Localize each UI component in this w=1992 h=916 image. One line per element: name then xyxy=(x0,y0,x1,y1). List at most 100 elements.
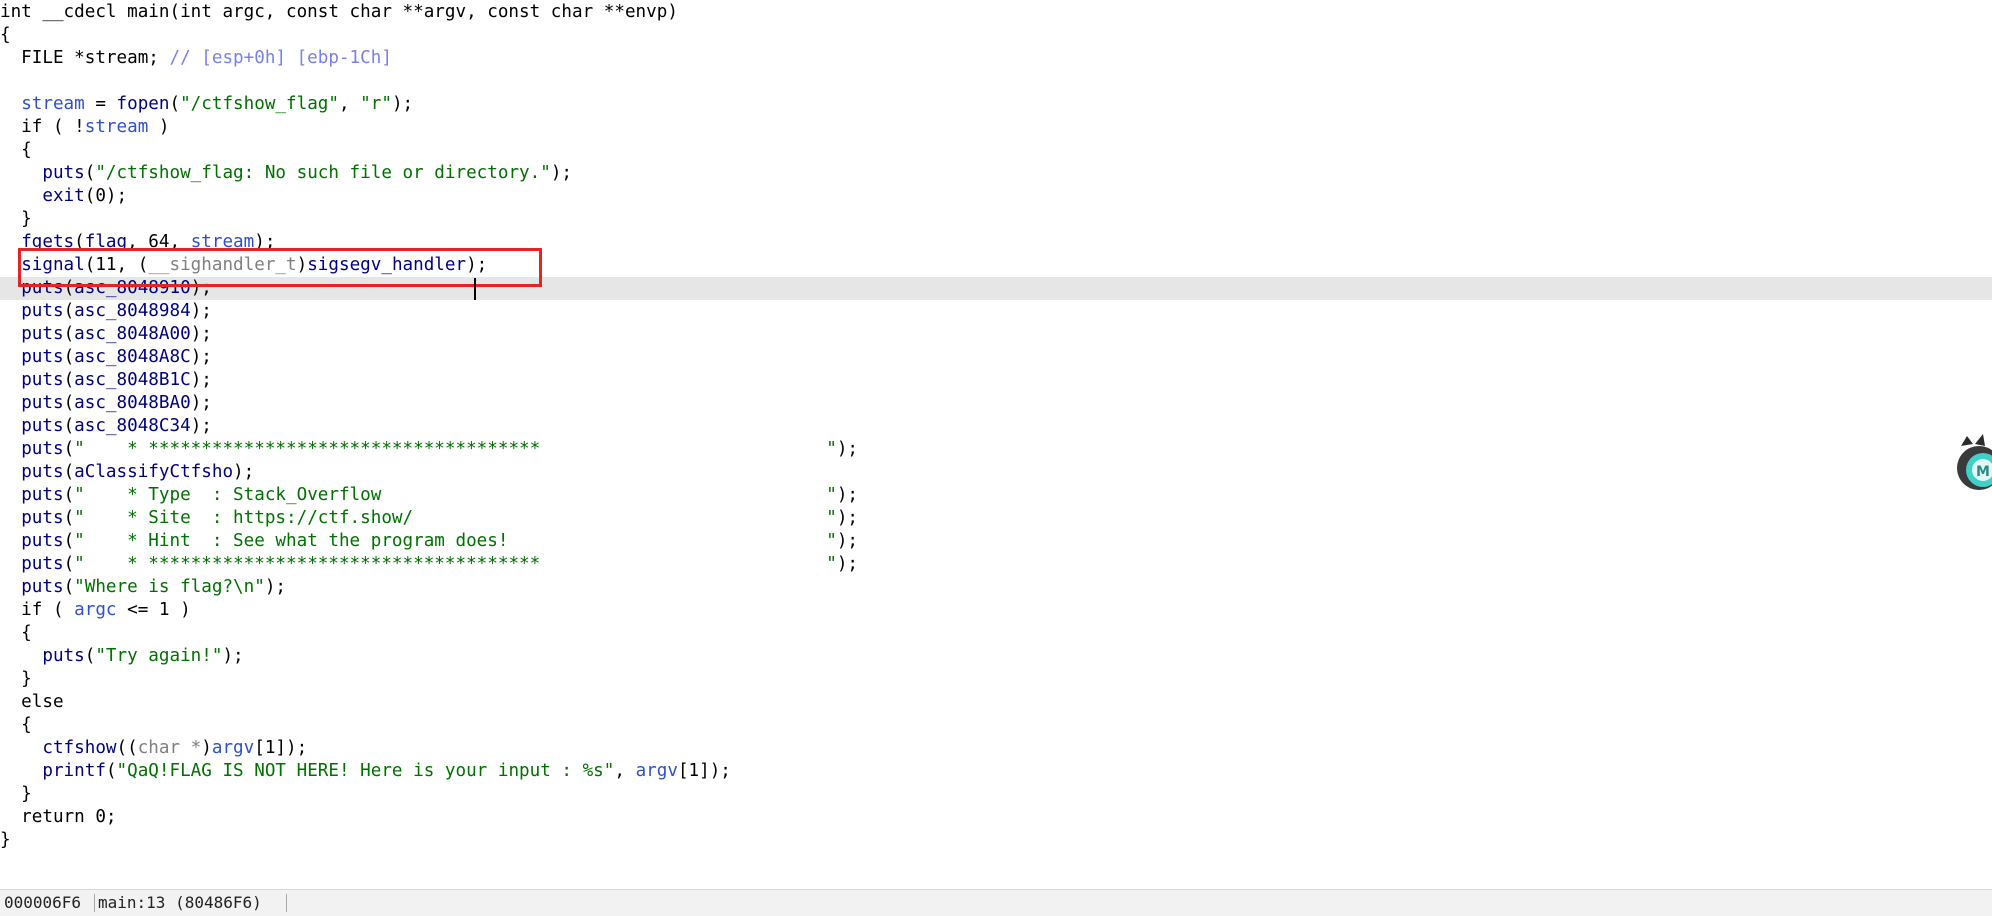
assistant-avatar-icon[interactable]: M xyxy=(1955,434,1992,500)
code-line[interactable]: int __cdecl main(int argc, const char **… xyxy=(0,1,1992,24)
code-token: } xyxy=(0,784,32,804)
code-token: ) xyxy=(148,117,170,137)
code-token: ( xyxy=(63,577,75,597)
code-line[interactable]: FILE *stream; // [esp+0h] [ebp-1Ch] xyxy=(0,47,1992,70)
code-token: ( xyxy=(63,531,75,551)
code-token: ( xyxy=(84,163,96,183)
code-token: puts xyxy=(21,485,64,505)
code-line[interactable]: { xyxy=(0,24,1992,47)
code-token: ); xyxy=(550,163,573,183)
code-token: stream xyxy=(21,94,85,114)
code-token: puts xyxy=(21,554,64,574)
code-token: ); xyxy=(233,462,255,482)
code-line[interactable]: } xyxy=(0,668,1992,691)
code-token: asc_8048984 xyxy=(74,301,191,321)
code-token: puts xyxy=(21,508,64,528)
code-line[interactable]: exit(0); xyxy=(0,185,1992,208)
code-line[interactable]: puts("Where is flag?\n"); xyxy=(0,576,1992,599)
code-line[interactable]: puts(asc_8048B1C); xyxy=(0,369,1992,392)
code-line[interactable]: puts(" * Type : Stack_Overflow "); xyxy=(0,484,1992,507)
code-token: "r" xyxy=(360,94,392,114)
code-token: ); xyxy=(190,416,212,436)
code-token: "QaQ!FLAG IS NOT HERE! Here is your inpu… xyxy=(116,761,615,781)
code-line[interactable]: puts("Try again!"); xyxy=(0,645,1992,668)
code-token: asc_8048A8C xyxy=(74,347,191,367)
code-token: asc_8048BA0 xyxy=(74,393,191,413)
code-token: puts xyxy=(21,301,64,321)
code-line[interactable]: puts(asc_8048A00); xyxy=(0,323,1992,346)
code-line[interactable]: puts(aClassifyCtfsho); xyxy=(0,461,1992,484)
code-line[interactable]: puts(" * Hint : See what the program doe… xyxy=(0,530,1992,553)
code-token: } xyxy=(0,669,32,689)
code-line[interactable]: puts("/ctfshow_flag: No such file or dir… xyxy=(0,162,1992,185)
code-token: ); xyxy=(190,393,212,413)
code-token: ); xyxy=(391,94,414,114)
code-line[interactable]: else xyxy=(0,691,1992,714)
code-token: puts xyxy=(21,393,64,413)
code-token: [1]); xyxy=(254,738,308,758)
code-line[interactable]: return 0; xyxy=(0,806,1992,829)
code-token: argc xyxy=(74,600,117,620)
status-bar: 000006F6 main:13 (80486F6) xyxy=(0,889,1992,916)
code-line[interactable]: if ( argc <= 1 ) xyxy=(0,599,1992,622)
svg-text:M: M xyxy=(1976,464,1990,480)
code-line[interactable]: stream = fopen("/ctfshow_flag", "r"); xyxy=(0,93,1992,116)
code-token: asc_8048C34 xyxy=(74,416,191,436)
code-line[interactable]: puts(asc_8048BA0); xyxy=(0,392,1992,415)
code-token: ( xyxy=(63,508,75,528)
code-token: ); xyxy=(190,347,212,367)
code-token: ); xyxy=(836,554,858,574)
code-token: <= 1 ) xyxy=(116,600,191,620)
code-token: ); xyxy=(222,646,244,666)
code-token: ( xyxy=(63,462,75,482)
code-token: ( xyxy=(63,324,75,344)
code-token: ( xyxy=(63,485,75,505)
code-line[interactable]: puts(" * *******************************… xyxy=(0,553,1992,576)
code-token: ( xyxy=(84,646,96,666)
code-token: "/ctfshow_flag" xyxy=(180,94,339,114)
code-token: argv xyxy=(635,761,678,781)
code-token: = xyxy=(84,94,117,114)
code-line[interactable]: } xyxy=(0,783,1992,806)
code-token: { xyxy=(0,715,32,735)
code-token: aClassifyCtfsho xyxy=(74,462,234,482)
code-line[interactable]: puts(" * Site : https://ctf.show/ "); xyxy=(0,507,1992,530)
code-line[interactable]: printf("QaQ!FLAG IS NOT HERE! Here is yo… xyxy=(0,760,1992,783)
code-token: stream xyxy=(84,117,149,137)
code-token: (0); xyxy=(84,186,128,206)
code-token: puts xyxy=(21,347,64,367)
code-token: puts xyxy=(42,163,85,183)
code-line[interactable]: } xyxy=(0,208,1992,231)
code-line[interactable]: } xyxy=(0,829,1992,852)
code-token: puts xyxy=(21,439,64,459)
code-line[interactable]: { xyxy=(0,622,1992,645)
code-line[interactable]: { xyxy=(0,139,1992,162)
code-line[interactable]: puts(" * *******************************… xyxy=(0,438,1992,461)
pseudocode-view[interactable]: int __cdecl main(int argc, const char **… xyxy=(0,0,1992,890)
code-token: char * xyxy=(137,738,202,758)
code-line[interactable]: if ( !stream ) xyxy=(0,116,1992,139)
code-token: puts xyxy=(21,577,64,597)
code-line[interactable]: ctfshow((char *)argv[1]); xyxy=(0,737,1992,760)
code-token: ( xyxy=(169,94,181,114)
code-token: " * ************************************… xyxy=(74,554,837,574)
code-token: { xyxy=(0,140,32,160)
code-token: "/ctfshow_flag: No such file or director… xyxy=(95,163,551,183)
code-token: else xyxy=(0,692,64,712)
code-line[interactable]: { xyxy=(0,714,1992,737)
code-token: " * ************************************… xyxy=(74,439,837,459)
code-line[interactable] xyxy=(0,70,1992,93)
code-token: argv xyxy=(211,738,255,758)
code-token: [1]); xyxy=(677,761,731,781)
code-line[interactable]: puts(asc_8048984); xyxy=(0,300,1992,323)
code-token: ( xyxy=(63,301,75,321)
code-line[interactable]: puts(asc_8048A8C); xyxy=(0,346,1992,369)
code-line[interactable]: puts(asc_8048C34); xyxy=(0,415,1992,438)
code-token: ( xyxy=(63,439,75,459)
